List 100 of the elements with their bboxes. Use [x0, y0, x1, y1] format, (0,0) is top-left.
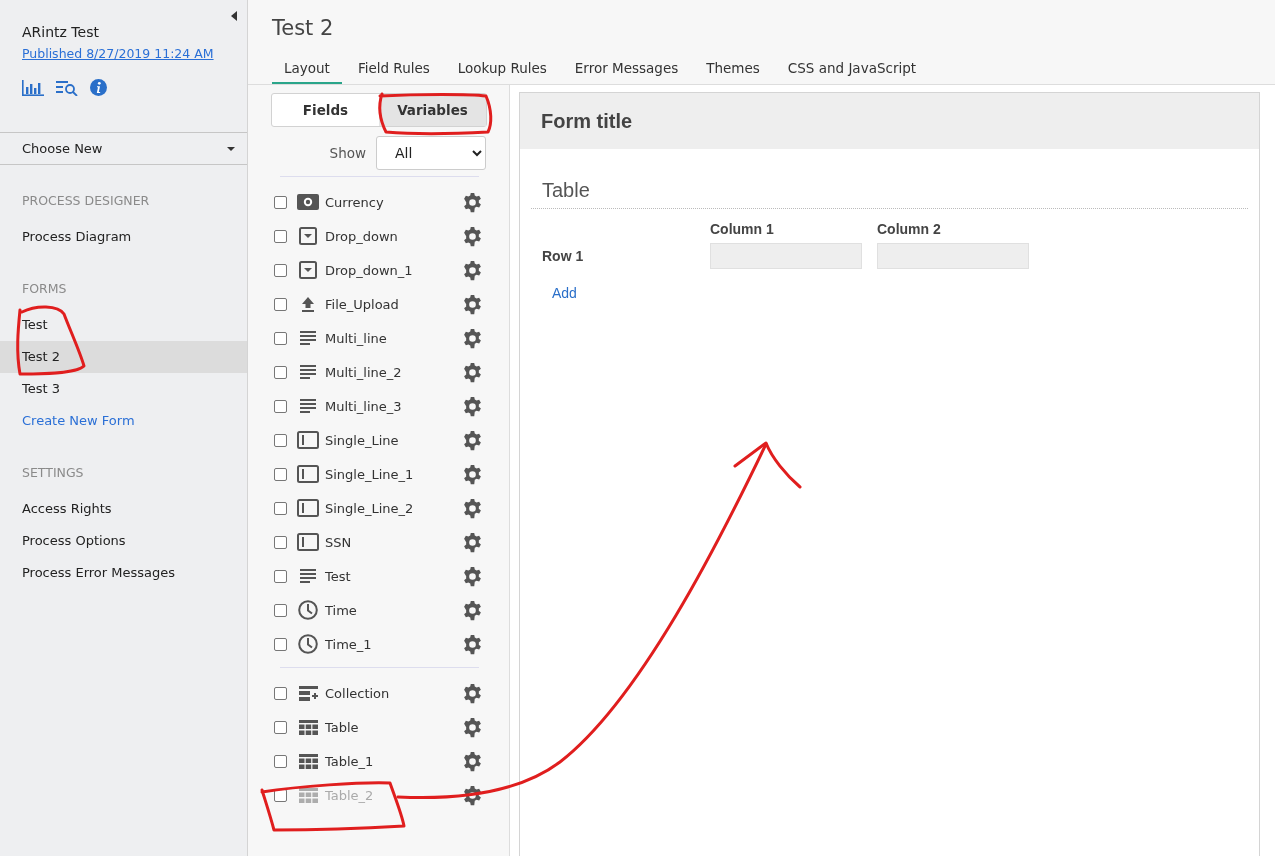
checkbox[interactable] [274, 603, 287, 617]
checkbox[interactable] [274, 535, 287, 549]
bar-chart-icon[interactable] [22, 79, 44, 96]
checkbox[interactable] [274, 263, 287, 277]
sidebar-item[interactable]: Test 3 [0, 373, 247, 405]
text-box-icon [297, 533, 319, 551]
checkbox[interactable] [274, 433, 287, 447]
variable-name[interactable]: Multi_line_3 [325, 398, 455, 414]
checkbox[interactable] [274, 399, 287, 413]
variable-name[interactable]: Table_1 [325, 753, 455, 769]
checkbox[interactable] [274, 365, 287, 379]
sidebar-item[interactable]: Test [0, 309, 247, 341]
column-header: Column 2 [877, 221, 941, 237]
sidebar-item[interactable]: Access Rights [0, 493, 247, 525]
tab[interactable]: CSS and JavaScript [775, 60, 929, 84]
checkbox[interactable] [274, 720, 287, 734]
variable-name[interactable]: Single_Line_1 [325, 466, 455, 482]
variable-name[interactable]: Single_Line [325, 432, 455, 448]
variable-name[interactable]: Time_1 [325, 636, 455, 652]
variable-name[interactable]: Collection [325, 685, 455, 701]
published-link[interactable]: Published 8/27/2019 11:24 AM [22, 46, 214, 61]
settings-icon[interactable] [462, 633, 483, 655]
variable-name[interactable]: Multi_line [325, 330, 455, 346]
text-lines-icon [300, 399, 316, 413]
info-icon[interactable] [90, 79, 107, 96]
section-title: Table [542, 179, 590, 201]
table-input-field[interactable] [710, 243, 862, 269]
checkbox[interactable] [274, 195, 287, 209]
text-lines-icon [300, 365, 316, 379]
upload-icon [300, 296, 316, 312]
tab[interactable]: Lookup Rules [445, 60, 559, 84]
checkbox[interactable] [274, 229, 287, 243]
checkbox[interactable] [274, 297, 287, 311]
variable-name[interactable]: Time [325, 602, 455, 618]
checkbox[interactable] [274, 686, 287, 700]
dropdown-icon [299, 227, 317, 245]
settings-icon[interactable] [462, 327, 483, 349]
sidebar-item[interactable]: Process Error Messages [0, 557, 247, 589]
caret-icon [227, 146, 235, 151]
settings-icon[interactable] [462, 682, 483, 704]
show-label: Show [329, 145, 366, 161]
checkbox[interactable] [274, 467, 287, 481]
sidebar-item[interactable]: Process Options [0, 525, 247, 557]
variable-name[interactable]: Drop_down [325, 228, 455, 244]
settings-icon[interactable] [462, 395, 483, 417]
settings-icon[interactable] [462, 463, 483, 485]
variable-name[interactable]: Multi_line_2 [325, 364, 455, 380]
variable-name[interactable]: Currency [325, 194, 455, 210]
variable-name[interactable]: Single_Line_2 [325, 500, 455, 516]
table-input-field[interactable] [877, 243, 1029, 269]
text-box-icon [297, 431, 319, 449]
clock-icon [298, 634, 318, 654]
page-title: Test 2 [272, 16, 335, 40]
table-icon [298, 719, 318, 735]
text-box-icon [297, 499, 319, 517]
settings-icon[interactable] [462, 750, 483, 772]
section-heading: PROCESS DESIGNER [21, 193, 151, 208]
checkbox[interactable] [274, 569, 287, 583]
search-list-icon[interactable] [56, 79, 78, 96]
settings-icon[interactable] [462, 191, 483, 213]
settings-icon[interactable] [462, 361, 483, 383]
variable-name[interactable]: File_Upload [325, 296, 455, 312]
checkbox[interactable] [274, 637, 287, 651]
checkbox[interactable] [274, 331, 287, 345]
settings-icon[interactable] [462, 293, 483, 315]
checkbox[interactable] [274, 754, 287, 768]
settings-icon[interactable] [462, 497, 483, 519]
dropdown-icon [299, 261, 317, 279]
table-icon [298, 753, 318, 769]
settings-icon[interactable] [462, 429, 483, 451]
settings-icon[interactable] [462, 225, 483, 247]
text-lines-icon [300, 331, 316, 345]
create-form-link[interactable]: Create New Form [0, 405, 247, 437]
add-row-link[interactable]: Add [552, 285, 577, 301]
choose-new-dropdown[interactable]: Choose New [0, 133, 247, 165]
toggle-tab[interactable]: Fields [272, 94, 379, 126]
table-icon [298, 787, 318, 803]
tab[interactable]: Field Rules [345, 60, 442, 84]
sidebar-item[interactable]: Process Diagram [0, 221, 247, 253]
sidebar-item[interactable]: Test 2 [0, 341, 247, 373]
show-select[interactable]: All [376, 136, 486, 170]
row-label: Row 1 [542, 248, 584, 264]
settings-icon[interactable] [462, 259, 483, 281]
variable-name[interactable]: Drop_down_1 [325, 262, 455, 278]
column-header: Column 1 [710, 221, 774, 237]
settings-icon[interactable] [462, 565, 483, 587]
settings-icon[interactable] [462, 784, 483, 806]
tab[interactable]: Themes [694, 60, 772, 84]
banknote-icon [297, 194, 319, 210]
checkbox[interactable] [274, 501, 287, 515]
collapse-icon[interactable] [231, 11, 237, 21]
variable-name[interactable]: Table [325, 719, 455, 735]
form-title: Form title [541, 109, 633, 133]
tab[interactable]: Error Messages [562, 60, 691, 84]
settings-icon[interactable] [462, 716, 483, 738]
variable-name[interactable]: Test [325, 568, 455, 584]
settings-icon[interactable] [462, 599, 483, 621]
settings-icon[interactable] [462, 531, 483, 553]
variable-name[interactable]: SSN [325, 534, 455, 550]
section-heading: SETTINGS [21, 465, 85, 480]
